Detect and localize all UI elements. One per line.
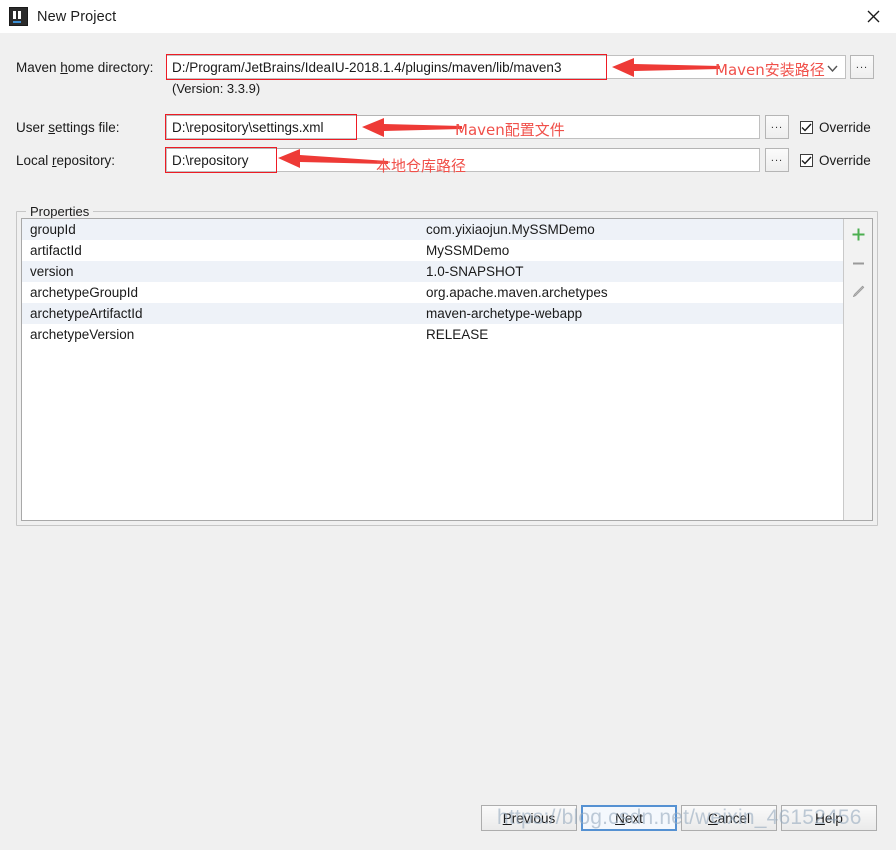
annotation-arrow-user-settings	[362, 118, 462, 137]
annotation-text-maven-home: Maven安装路径	[715, 61, 825, 79]
annotation-box-maven-home	[166, 54, 607, 80]
user-settings-override-label: Override	[819, 119, 871, 135]
help-button-label: elp	[824, 810, 843, 826]
previous-button-label: revious	[511, 810, 556, 826]
user-settings-label-suffix: ettings file:	[55, 119, 120, 135]
user-settings-label-prefix: User	[16, 119, 49, 135]
properties-toolbar	[843, 219, 872, 520]
user-settings-browse-button[interactable]: ...	[765, 115, 789, 139]
local-repository-browse-button[interactable]: ...	[765, 148, 789, 172]
previous-button[interactable]: Previous	[481, 805, 577, 831]
annotation-arrow-local-repository	[278, 149, 388, 168]
user-settings-label: User settings file:	[16, 115, 120, 139]
local-repository-label-suffix: epository:	[56, 152, 116, 168]
cancel-button-label: ancel	[717, 810, 751, 826]
table-row[interactable]: archetypeGroupId org.apache.maven.archet…	[22, 282, 843, 303]
table-row[interactable]: archetypeArtifactId maven-archetype-weba…	[22, 303, 843, 324]
local-repository-browse-label: ...	[770, 151, 784, 164]
table-row[interactable]: groupId com.yixiaojun.MySSMDemo	[22, 219, 843, 240]
table-row[interactable]: artifactId MySSMDemo	[22, 240, 843, 261]
dialog-button-bar: Previous Next Cancel Help	[0, 805, 896, 850]
user-settings-override[interactable]: Override	[800, 115, 871, 139]
intellij-idea-icon	[9, 7, 28, 26]
property-key: archetypeArtifactId	[30, 306, 143, 321]
pencil-icon[interactable]	[847, 282, 869, 302]
new-project-dialog: Maven home directory: D:/Program/JetBrai…	[0, 33, 896, 842]
local-repository-label: Local repository:	[16, 148, 115, 172]
help-button[interactable]: Help	[781, 805, 877, 831]
annotation-text-user-settings: Maven配置文件	[455, 121, 565, 139]
cancel-button-mnemonic: C	[707, 810, 718, 826]
next-button-label: ext	[624, 810, 643, 826]
property-key: archetypeVersion	[30, 327, 135, 342]
maven-home-label-prefix: Maven	[16, 59, 61, 75]
maven-home-label-mnemonic: h	[60, 59, 68, 75]
property-key: groupId	[30, 222, 76, 237]
property-value: 1.0-SNAPSHOT	[426, 264, 524, 279]
annotation-box-local-repository	[165, 147, 277, 173]
previous-button-mnemonic: P	[502, 810, 512, 826]
local-repository-override[interactable]: Override	[800, 148, 871, 172]
local-repository-label-prefix: Local	[16, 152, 53, 168]
checkbox-checked-icon[interactable]	[800, 153, 813, 167]
minus-icon[interactable]	[847, 253, 869, 273]
plus-icon[interactable]	[847, 224, 869, 244]
maven-home-browse-label: ...	[855, 58, 869, 71]
property-value: com.yixiaojun.MySSMDemo	[426, 222, 595, 237]
properties-group-title: Properties	[26, 204, 94, 219]
property-key: artifactId	[30, 243, 82, 258]
property-value: maven-archetype-webapp	[426, 306, 583, 321]
properties-table: groupId com.yixiaojun.MySSMDemo artifact…	[21, 218, 873, 521]
annotation-box-user-settings	[165, 114, 357, 140]
cancel-button[interactable]: Cancel	[681, 805, 777, 831]
help-button-mnemonic: H	[815, 810, 825, 826]
user-settings-browse-label: ...	[770, 118, 784, 131]
window-titlebar: New Project	[0, 0, 896, 33]
chevron-down-icon[interactable]	[823, 56, 841, 80]
properties-table-body: groupId com.yixiaojun.MySSMDemo artifact…	[22, 219, 843, 520]
next-button[interactable]: Next	[581, 805, 677, 831]
property-key: version	[30, 264, 74, 279]
annotation-arrow-maven-home	[612, 58, 720, 77]
close-icon[interactable]	[850, 0, 896, 33]
annotation-text-local-repository: 本地仓库路径	[376, 157, 467, 175]
next-button-mnemonic: N	[615, 810, 625, 826]
user-settings-label-mnemonic: s	[48, 119, 56, 135]
property-value: MySSMDemo	[426, 243, 510, 258]
property-value: org.apache.maven.archetypes	[426, 285, 608, 300]
local-repository-override-label: Override	[819, 152, 871, 168]
window-title: New Project	[37, 8, 117, 25]
maven-version-text: (Version: 3.3.9)	[172, 81, 261, 96]
property-value: RELEASE	[426, 327, 489, 342]
property-key: archetypeGroupId	[30, 285, 139, 300]
table-row[interactable]: version 1.0-SNAPSHOT	[22, 261, 843, 282]
maven-home-browse-button[interactable]: ...	[850, 55, 874, 79]
table-row[interactable]: archetypeVersion RELEASE	[22, 324, 843, 345]
maven-home-label-suffix: ome directory:	[67, 59, 154, 75]
checkbox-checked-icon[interactable]	[800, 120, 813, 134]
maven-home-label: Maven home directory:	[16, 55, 153, 79]
